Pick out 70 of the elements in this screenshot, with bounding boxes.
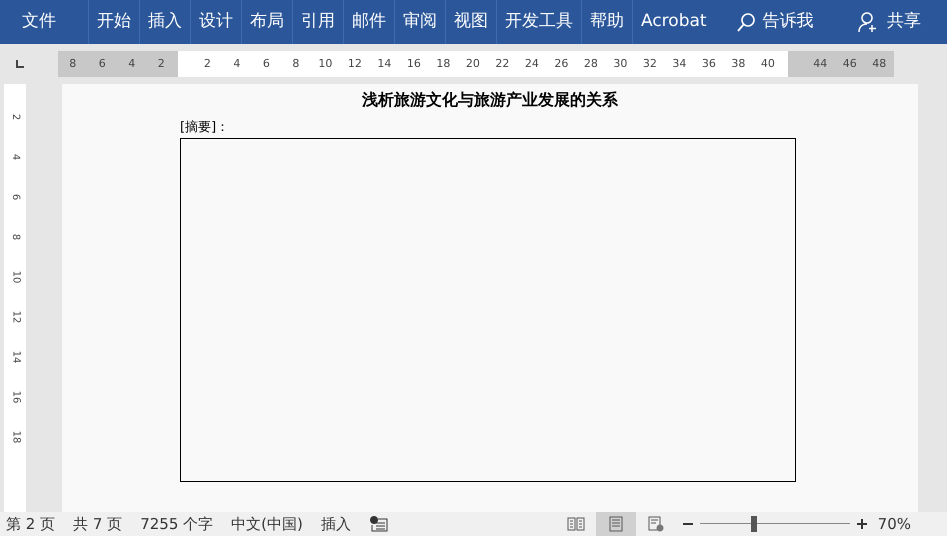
page-icon [608,516,624,532]
ruler-number: 12 [9,310,22,324]
ribbon-tab[interactable]: 文件 [0,0,78,44]
ruler-number: 46 [842,56,858,72]
ruler-number: 4 [127,56,136,72]
ribbon-tab[interactable]: 视图 [445,0,496,44]
ruler-number: 48 [871,56,888,72]
book-icon [566,516,585,532]
ribbon-tab[interactable]: 开始 [88,0,139,44]
ruler-number: 38 [730,56,746,72]
ribbon-tab[interactable]: 设计 [190,0,241,44]
ruler-number: 4 [9,154,22,160]
ribbon-tab[interactable]: Acrobat [632,0,715,44]
plus-icon [856,518,868,530]
ruler-number: 16 [9,390,22,404]
ruler-number: 44 [812,56,828,72]
ruler-number: 32 [642,56,658,72]
ruler-number: 30 [612,56,628,72]
status-text: 中文(中国) [231,514,303,535]
search-icon [734,11,757,33]
person-add-icon [857,11,879,33]
ruler-number: 24 [524,56,540,72]
ribbon-tab[interactable]: 开发工具 [496,0,581,44]
ruler-number: 8 [68,56,78,72]
zoom-percent: 70% [878,514,911,535]
ruler-number: 34 [671,56,688,72]
share-button[interactable]: 共享 [857,0,921,44]
ruler-number: 10 [9,270,22,284]
ribbon-tab[interactable]: 邮件 [343,0,394,44]
status-text: 共 7 页 [73,514,122,535]
ruler-number: 12 [346,56,363,72]
zoom-in-button[interactable] [856,518,868,530]
tell-me-button[interactable]: 告诉我 [728,0,820,44]
status-text: 7255 个字 [140,514,214,535]
ribbon-tab[interactable]: 帮助 [581,0,632,44]
ruler-number: 22 [494,56,510,72]
ruler-number: 8 [291,56,300,72]
ruler-number: 10 [317,56,334,72]
ruler-number: 6 [98,56,107,72]
tab-stop-icon[interactable] [16,60,24,68]
ruler-number: 40 [760,56,776,72]
ruler-number: 2 [9,114,22,120]
ruler-number: 2 [202,56,212,72]
zoom-slider[interactable] [700,516,850,532]
ruler-number: 4 [232,56,242,72]
ribbon-tab[interactable]: 引用 [292,0,343,44]
ruler-number: 20 [464,56,481,72]
ruler-number: 2 [156,56,166,72]
ruler-number: 14 [376,56,392,72]
ruler-number: 28 [582,56,599,72]
abstract-label: [摘要]： [180,119,230,137]
ruler-number: 26 [553,56,570,72]
ruler-number: 6 [262,56,271,72]
web-page-icon [646,516,665,532]
ribbon-tab[interactable]: 插入 [139,0,190,44]
ruler-number: 36 [700,56,717,72]
ruler-number: 18 [435,56,452,72]
view-button[interactable] [596,512,636,536]
slider-thumb[interactable] [750,516,757,532]
status-text: 第 2 页 [6,514,56,535]
ribbon-tab[interactable]: 审阅 [394,0,445,44]
ruler-number: 6 [9,194,22,200]
ribbon-tab[interactable]: 布局 [241,0,292,44]
ruler-number: 16 [406,56,422,72]
ruler-number: 18 [9,430,22,444]
macro-icon[interactable] [368,515,389,533]
ruler-number: 8 [9,234,22,240]
status-text: 插入 [320,514,351,535]
document-title: 浅析旅游文化与旅游产业发展的关系 [361,89,619,111]
ruler-number: 14 [9,350,22,364]
